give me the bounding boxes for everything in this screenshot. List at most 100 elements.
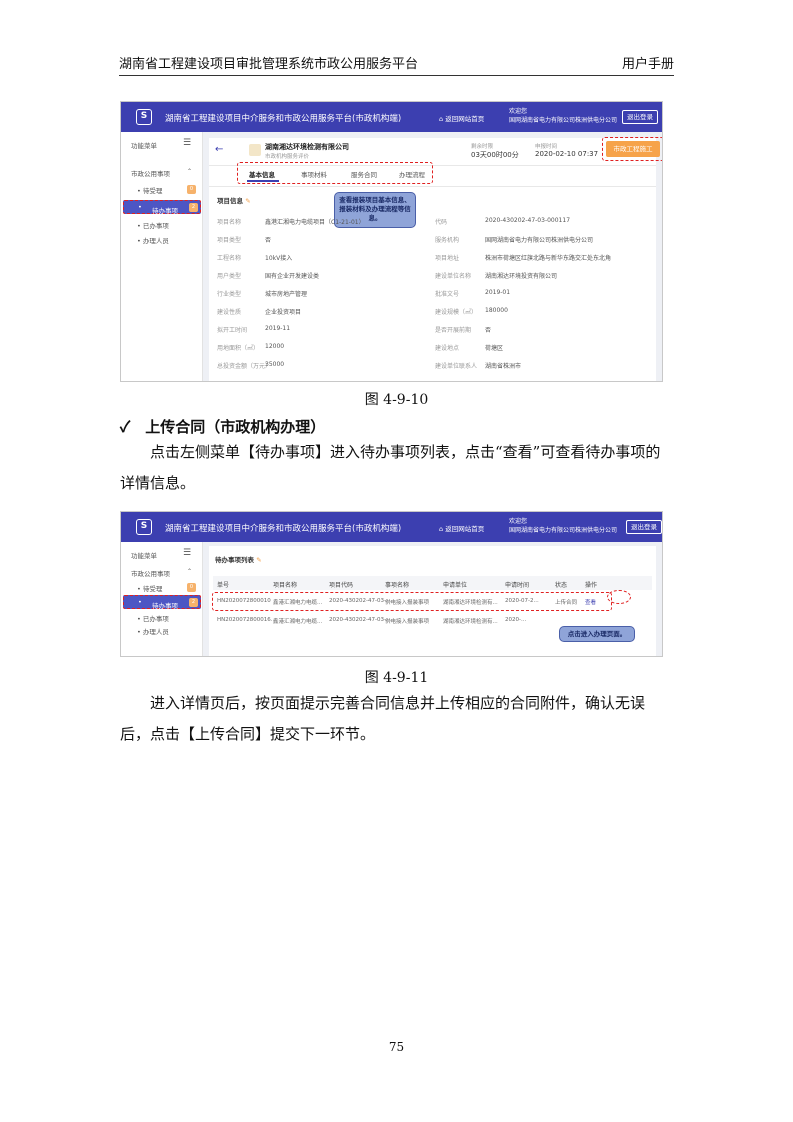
field-label: 建设单位名称 — [435, 273, 472, 280]
app-title: 湖南省工程建设项目中介服务和市政公用服务平台(市政机构端) — [165, 114, 402, 124]
field-label: 项目类型 — [217, 237, 242, 244]
sidebar-group[interactable]: 市政公用事项 — [131, 568, 170, 578]
tab-process[interactable]: 办理流程 — [399, 169, 425, 179]
table-cell: HN2020072800010 — [217, 598, 271, 604]
field-label: 总投资金额（万元） — [217, 363, 272, 370]
logout-button[interactable]: 退出登录 — [626, 520, 662, 534]
column-header: 事项名称 — [385, 582, 410, 589]
field-value: 否 — [265, 237, 272, 244]
back-arrow-icon[interactable]: ← — [215, 144, 223, 155]
column-header: 项目代码 — [329, 582, 354, 589]
sidebar: 功能菜单 ☰ 市政公用事项 ⌃ • 待受理 0 • 待办事项 2 • 已办事项 … — [121, 132, 203, 381]
screenshot-detail: S 湖南省工程建设项目中介服务和市政公用服务平台(市政机构端) ⌂ 返回网站首页… — [120, 101, 663, 382]
sidebar-item-staff[interactable]: • 办理人员 — [137, 235, 169, 245]
field-value: 荷塘区 — [485, 345, 504, 352]
field-label: 代码 — [435, 219, 448, 226]
user-info: 欢迎您 国网湖南省电力有限公司株洲供电分公司 — [509, 517, 617, 535]
field-label: 项目名称 — [217, 219, 242, 226]
field-label: 建设规模（㎡） — [435, 309, 478, 316]
table-cell: 2020-430202-47-03-... — [329, 617, 392, 623]
figure-caption-2: 图 4-9-11 — [364, 670, 429, 686]
field-value: 10kV接入 — [265, 255, 293, 262]
table-cell: HN2020072800016... — [217, 617, 276, 623]
active-tab-indicator — [247, 180, 279, 182]
home-link[interactable]: ⌂ 返回网站首页 — [439, 113, 484, 123]
sidebar-item-done[interactable]: • 已办事项 — [137, 613, 169, 623]
sidebar-group[interactable]: 市政公用事项 — [131, 168, 170, 178]
edit-icon: ✎ — [245, 197, 251, 205]
detail-panel: ← 湖南湘达环境检测有限公司 市政机构服务评价 剩余时限 03天00时00分 申… — [209, 137, 662, 381]
tab-materials[interactable]: 事项材料 — [301, 169, 327, 179]
field-label: 批准文号 — [435, 291, 460, 298]
field-value: 否 — [485, 327, 492, 334]
company-name: 湖南湘达环境检测有限公司 — [265, 143, 349, 151]
list-panel: 待办事项列表 ✎ 单号 项目名称 项目代码 事项名称 申请单位 申请时间 状态 操作 HN20… — [209, 546, 656, 656]
chevron-up-icon: ⌃ — [187, 168, 193, 175]
field-value: 国有企业开发建设类 — [265, 273, 320, 280]
page-header: 湖南省工程建设项目审批管理系统市政公用服务平台 用户手册 — [119, 54, 674, 76]
field-value: 2020-430202-47-03-000117 — [485, 217, 571, 224]
field-value: 企业投资项目 — [265, 309, 302, 316]
org-name: 国网湖南省电力有限公司株洲供电分公司 — [509, 527, 618, 534]
apply-label: 申报时间 — [535, 144, 558, 150]
field-label: 项目地址 — [435, 255, 460, 262]
company-sub: 市政机构服务评价 — [265, 154, 310, 160]
table-cell: 湖南湘达环境检测有... — [443, 600, 498, 606]
header-left: 湖南省工程建设项目审批管理系统市政公用服务平台 — [119, 57, 419, 72]
tab-basic-info[interactable]: 基本信息 — [249, 169, 275, 179]
table-cell: 上传合同 — [555, 600, 578, 606]
chevron-up-icon: ⌃ — [187, 568, 193, 575]
table-cell: 鑫港汇湘电力电缆... — [273, 600, 323, 606]
logout-button[interactable]: 退出登录 — [622, 110, 658, 124]
field-value: 国网湖南省电力有限公司株洲供电分公司 — [485, 237, 594, 244]
section-heading: ✓ 上传合同（市政机构办理） — [120, 418, 326, 436]
company-avatar — [249, 144, 261, 156]
table-cell: 供电接入报装事项 — [385, 600, 430, 606]
field-label: 服务机构 — [435, 237, 460, 244]
app-topbar: S 湖南省工程建设项目中介服务和市政公用服务平台(市政机构端) ⌂ 返回网站首页… — [121, 102, 662, 132]
sidebar-item-staff[interactable]: • 办理人员 — [137, 626, 169, 636]
pending-badge: 0 — [187, 583, 196, 592]
column-header: 项目名称 — [273, 582, 298, 589]
home-link[interactable]: ⌂ 返回网站首页 — [439, 523, 484, 533]
menu-icon[interactable]: ☰ — [183, 138, 191, 148]
menu-icon[interactable]: ☰ — [183, 548, 191, 558]
field-value: 2019-01 — [485, 289, 511, 296]
todo-badge: 2 — [189, 598, 198, 607]
app-title: 湖南省工程建设项目中介服务和市政公用服务平台(市政机构端) — [165, 524, 402, 534]
paragraph-2: 进入详情页后，按页面提示完善合同信息并上传相应的合同附件，确认无误后，点击【上传… — [120, 694, 646, 743]
page-number: 75 — [388, 1040, 405, 1054]
time-label: 剩余时限 — [471, 144, 494, 150]
sidebar: 功能菜单 ☰ 市政公用事项 ⌃ • 待受理 0 • 待办事项 2 • 已办事项 … — [121, 542, 203, 656]
sidebar-item-pending[interactable]: • 待受理 — [137, 583, 162, 593]
start-construction-button[interactable]: 市政工程施工 — [606, 141, 660, 157]
edit-icon: ✎ — [256, 556, 262, 564]
field-value: 城市房地产管理 — [265, 291, 308, 298]
field-value: 湖南湘达环境投资有限公司 — [485, 273, 558, 280]
platform-logo-icon: S — [136, 109, 152, 125]
sidebar-item-pending[interactable]: • 待受理 — [137, 185, 162, 195]
field-label: 工程名称 — [217, 255, 242, 262]
platform-logo-icon: S — [136, 519, 152, 535]
field-label: 拟开工时间 — [217, 327, 248, 334]
column-header: 申请时间 — [505, 582, 530, 589]
table-cell: 2020-430202-47-03-... — [329, 598, 392, 604]
view-link[interactable]: 查看 — [585, 598, 596, 606]
user-info: 欢迎您 国网湖南省电力有限公司株洲供电分公司 — [509, 107, 617, 125]
field-label: 用地面积（㎡） — [217, 345, 260, 352]
field-label: 是否开展前期 — [435, 327, 472, 334]
sidebar-item-done[interactable]: • 已办事项 — [137, 220, 169, 230]
field-label: 建设单位联系人 — [435, 363, 478, 370]
apply-value: 2020-02-10 07:37 — [535, 150, 599, 158]
pending-badge: 0 — [187, 185, 196, 194]
todo-badge: 2 — [189, 203, 198, 212]
welcome-text: 欢迎您 — [509, 518, 528, 525]
tip-callout: 点击进入办理页面。 — [559, 626, 635, 642]
column-header: 申请单位 — [443, 582, 468, 589]
field-value: 湖南省株洲市 — [485, 363, 522, 370]
table-cell: 湖南湘达环境检测有... — [443, 619, 498, 625]
paragraph-1: 点击左侧菜单【待办事项】进入待办事项列表，点击“查看”可查看待办事项的详情信息。 — [120, 443, 661, 492]
list-title: 待办事项列表 ✎ — [215, 556, 262, 564]
tab-contract[interactable]: 服务合同 — [351, 169, 377, 179]
table-cell: 供电接入报装事项 — [385, 619, 430, 625]
